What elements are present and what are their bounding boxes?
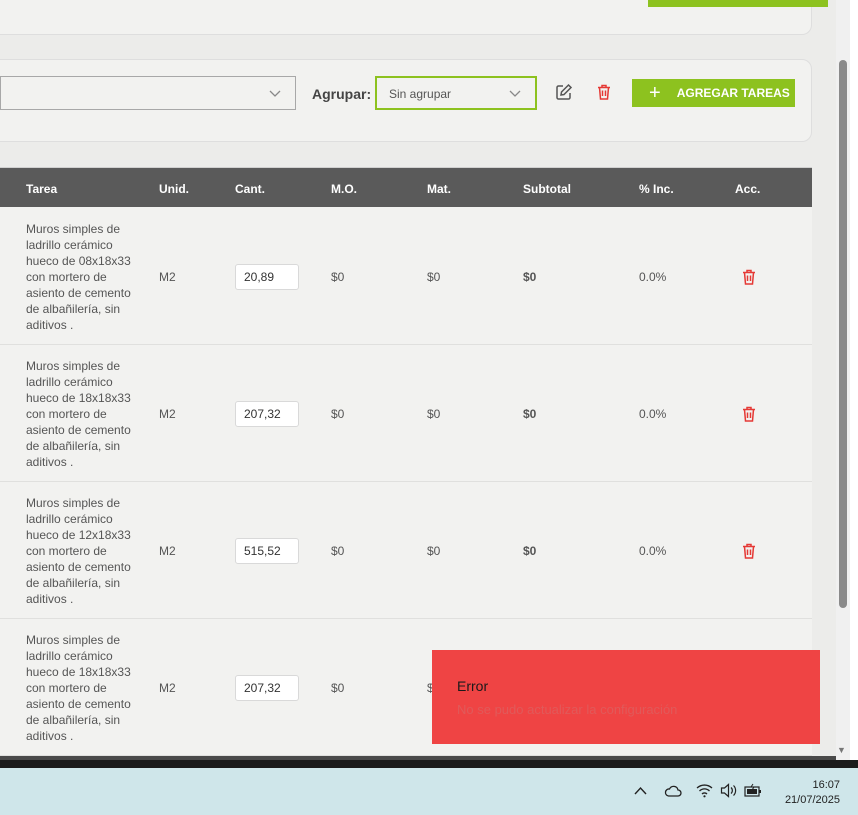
task-description: Muros simples de ladrillo cerámico hueco…	[26, 633, 131, 743]
col-acc: Acc.	[735, 182, 761, 196]
toast-message: No se pudo actualizar la configuración	[457, 702, 678, 717]
task-inc: 0.0%	[639, 407, 667, 421]
scrollbar-thumb[interactable]	[839, 60, 847, 608]
task-unit: M2	[159, 681, 176, 695]
scroll-down-arrow[interactable]: ▼	[837, 745, 846, 755]
task-description: Muros simples de ladrillo cerámico hueco…	[26, 496, 131, 606]
chevron-down-icon	[509, 90, 521, 97]
top-green-button[interactable]	[648, 0, 828, 7]
task-subtotal: $0	[523, 270, 537, 284]
edit-icon	[556, 83, 573, 100]
task-subtotal: $0	[523, 407, 537, 421]
chevron-up-icon[interactable]	[634, 786, 647, 796]
task-mat: $0	[427, 407, 441, 421]
trash-icon[interactable]	[740, 405, 758, 423]
taskbar: 16:07 21/07/2025	[0, 768, 858, 815]
task-unit: M2	[159, 407, 176, 421]
task-mo: $0	[331, 407, 345, 421]
col-inc: % Inc.	[639, 182, 674, 196]
search-select[interactable]	[0, 76, 296, 110]
task-subtotal: $0	[523, 544, 537, 558]
task-unit: M2	[159, 270, 176, 284]
trash-icon[interactable]	[740, 542, 758, 560]
task-description: Muros simples de ladrillo cerámico hueco…	[26, 359, 131, 469]
task-inc: 0.0%	[639, 544, 667, 558]
system-clock[interactable]: 16:07 21/07/2025	[770, 778, 840, 808]
group-select-value: Sin agrupar	[389, 87, 452, 101]
quantity-input[interactable]	[235, 401, 299, 427]
cloud-icon[interactable]	[664, 784, 682, 798]
quantity-input[interactable]	[235, 675, 299, 701]
window-edge	[850, 0, 858, 760]
task-mo: $0	[331, 544, 345, 558]
col-unid: Unid.	[159, 182, 189, 196]
battery-icon[interactable]	[744, 783, 762, 798]
quantity-input[interactable]	[235, 538, 299, 564]
table-row: Muros simples de ladrillo cerámico hueco…	[0, 345, 812, 482]
col-cant: Cant.	[235, 182, 265, 196]
col-mo: M.O.	[331, 182, 357, 196]
chevron-down-icon	[269, 90, 281, 97]
add-tasks-label: AGREGAR TAREAS	[676, 86, 790, 100]
wifi-icon[interactable]	[696, 783, 713, 798]
table-header: Tarea Unid. Cant. M.O. Mat. Subtotal % I…	[0, 167, 812, 207]
task-mo: $0	[331, 270, 345, 284]
task-unit: M2	[159, 544, 176, 558]
table-row: Muros simples de ladrillo cerámico hueco…	[0, 208, 812, 345]
plus-icon: +	[649, 82, 661, 104]
clock-time: 16:07	[812, 779, 840, 791]
error-toast[interactable]: Error No se pudo actualizar la configura…	[432, 650, 820, 744]
add-tasks-button[interactable]: + AGREGAR TAREAS	[632, 79, 795, 107]
edit-button[interactable]	[555, 83, 575, 103]
delete-all-button[interactable]	[595, 83, 615, 103]
trash-icon[interactable]	[740, 268, 758, 286]
task-inc: 0.0%	[639, 270, 667, 284]
window-bottom-border	[0, 760, 858, 768]
task-description: Muros simples de ladrillo cerámico hueco…	[26, 222, 131, 332]
col-subtotal: Subtotal	[523, 182, 571, 196]
clock-date: 21/07/2025	[784, 794, 840, 806]
table-row: Muros simples de ladrillo cerámico hueco…	[0, 482, 812, 619]
group-select[interactable]: Sin agrupar	[375, 76, 537, 110]
task-mat: $0	[427, 270, 441, 284]
trash-icon	[598, 84, 610, 100]
toast-title: Error	[457, 678, 489, 694]
task-mo: $0	[331, 681, 345, 695]
group-label: Agrupar:	[312, 86, 372, 102]
col-tarea: Tarea	[26, 182, 58, 196]
volume-icon[interactable]	[720, 783, 738, 798]
task-mat: $0	[427, 544, 441, 558]
col-mat: Mat.	[427, 182, 451, 196]
quantity-input[interactable]	[235, 264, 299, 290]
